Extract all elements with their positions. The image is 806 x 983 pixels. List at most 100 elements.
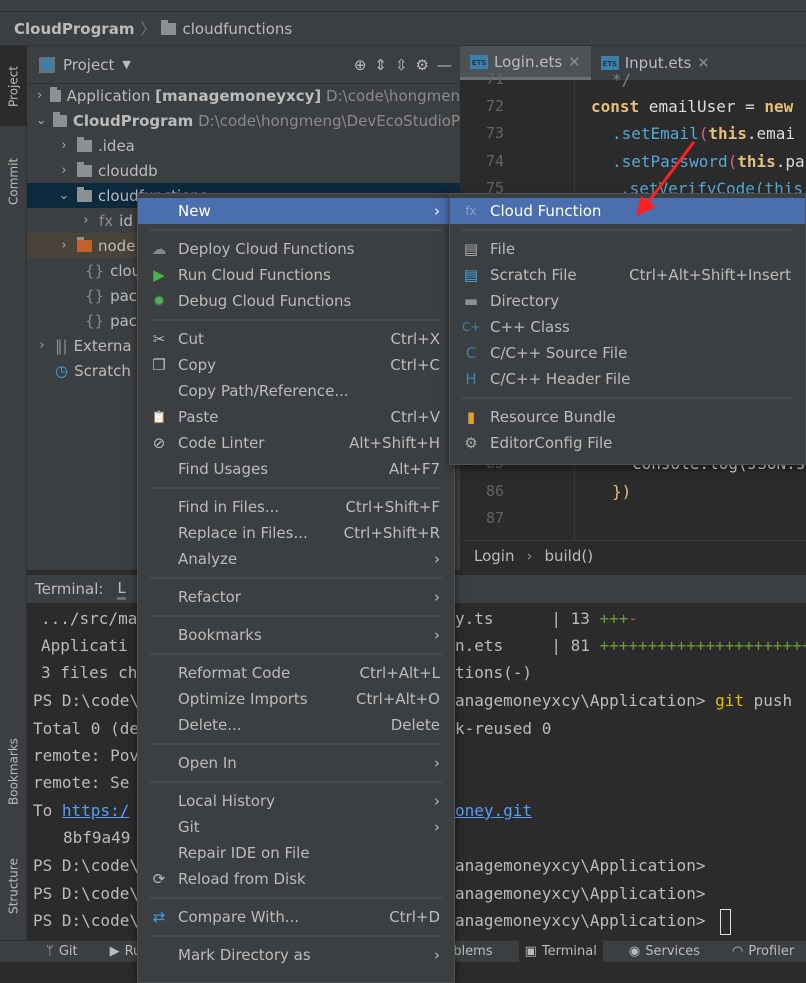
tab-input-ets[interactable]: ETSInput.ets✕ xyxy=(591,46,720,80)
menu-item-deploy-cloud-functions[interactable]: ☁Deploy Cloud Functions xyxy=(138,236,454,262)
breadcrumb-item[interactable]: Login xyxy=(474,547,514,565)
menu-item-open-in[interactable]: Open In› xyxy=(138,750,454,776)
line-number: 74 xyxy=(460,152,504,170)
chevron-right-icon: › xyxy=(434,818,440,836)
breadcrumb-item[interactable]: build() xyxy=(544,547,593,565)
terminal-line: remote: Pov xyxy=(33,746,139,765)
menu-item-find-usages[interactable]: Find UsagesAlt+F7 xyxy=(138,456,454,482)
chevron-right-icon[interactable]: › xyxy=(35,88,44,103)
menu-item-file[interactable]: ▤File xyxy=(450,236,805,262)
menu-item-optimize-imports[interactable]: Optimize ImportsCtrl+Alt+O xyxy=(138,686,454,712)
context-menu: New› ☁Deploy Cloud Functions▶Run Cloud Fu… xyxy=(137,193,455,983)
project-view-selector[interactable]: Project xyxy=(63,56,114,74)
terminal-line: PS D:\code\ xyxy=(33,884,139,903)
chevron-right-icon[interactable]: › xyxy=(35,338,49,353)
bottom-tab-git[interactable]: ᛘGit xyxy=(40,941,84,963)
chevron-right-icon[interactable]: › xyxy=(57,163,71,178)
menu-item-resource-bundle[interactable]: ▮Resource Bundle xyxy=(450,404,805,430)
menu-item-label: Cloud Function xyxy=(490,202,601,220)
bottom-tab-label: Git xyxy=(59,944,78,959)
menu-item-bookmarks[interactable]: Bookmarks› xyxy=(138,622,454,648)
menu-item-git[interactable]: Git› xyxy=(138,814,454,840)
close-icon[interactable]: ✕ xyxy=(697,54,710,72)
gear-icon[interactable]: ⚙ xyxy=(416,56,429,74)
chevron-down-icon[interactable]: ⌄ xyxy=(57,188,71,203)
menu-item-shortcut: Ctrl+V xyxy=(390,408,440,426)
terminal-text: ++++++++++++++++++++++ xyxy=(600,636,806,655)
function-icon: fx xyxy=(99,212,113,230)
menu-item-c-c-header-file[interactable]: HC/C++ Header File xyxy=(450,366,805,392)
tree-item-application[interactable]: ›Application [managemoneyxcy] D:\code\ho… xyxy=(27,83,460,108)
compare-icon: ⇄ xyxy=(150,908,168,926)
chevron-right-icon[interactable]: › xyxy=(79,213,93,228)
chevron-down-icon[interactable]: ⌄ xyxy=(35,113,47,128)
terminal-line: anagemoneyxcy\Application> git push xyxy=(455,691,792,710)
menu-item-new[interactable]: New› xyxy=(138,198,454,224)
menu-item-c-c-source-file[interactable]: CC/C++ Source File xyxy=(450,340,805,366)
menu-item-code-linter[interactable]: ⊘Code LinterAlt+Shift+H xyxy=(138,430,454,456)
remote-url-link[interactable]: https:/ xyxy=(62,801,129,820)
menu-item-cut[interactable]: ✂CutCtrl+X xyxy=(138,326,454,352)
menu-item-label: Find Usages xyxy=(178,460,268,478)
resource-bundle-icon: ▮ xyxy=(462,408,480,426)
tool-tab-commit[interactable]: Commit xyxy=(0,141,27,221)
menu-item-label: Local History xyxy=(178,792,275,810)
menu-item-copy-path-reference[interactable]: Copy Path/Reference... xyxy=(138,378,454,404)
menu-item-analyze[interactable]: Analyze› xyxy=(138,546,454,572)
menu-item-mark-directory-as[interactable]: Mark Directory as› xyxy=(138,942,454,968)
chevron-right-icon[interactable]: › xyxy=(57,238,71,253)
menu-item-editorconfig-file[interactable]: ⚙EditorConfig File xyxy=(450,430,805,456)
bottom-tab-profiler[interactable]: ◠Profiler xyxy=(726,941,800,963)
menu-item-copy[interactable]: ❐CopyCtrl+C xyxy=(138,352,454,378)
expand-all-icon[interactable]: ⇕ xyxy=(374,56,387,74)
code-line: const emailUser = new xyxy=(591,97,793,116)
c-header-icon: H xyxy=(462,370,480,388)
left-tool-strip: Project Commit Bookmarks Structure xyxy=(0,46,27,940)
terminal-tab[interactable]: L xyxy=(117,579,125,600)
nav-folder[interactable]: cloudfunctions xyxy=(182,20,292,38)
tool-tab-project[interactable]: Project xyxy=(0,46,27,126)
menu-item-paste[interactable]: 📋PasteCtrl+V xyxy=(138,404,454,430)
chevron-down-icon[interactable]: ▼ xyxy=(122,58,130,71)
menu-item-local-history[interactable]: Local History› xyxy=(138,788,454,814)
nav-root[interactable]: CloudProgram xyxy=(14,20,134,38)
menu-item-label: Run Cloud Functions xyxy=(178,266,331,284)
menu-item-debug-cloud-functions[interactable]: ✹Debug Cloud Functions xyxy=(138,288,454,314)
remote-url-link[interactable]: oney.git xyxy=(455,801,532,820)
locate-icon[interactable]: ⊕ xyxy=(354,56,367,74)
chevron-right-icon[interactable]: › xyxy=(57,138,71,153)
tool-tab-label: Project xyxy=(7,65,21,106)
menu-item-reformat-code[interactable]: Reformat CodeCtrl+Alt+L xyxy=(138,660,454,686)
bottom-tab-services[interactable]: ◉Services xyxy=(623,941,706,963)
scratches-icon: ◷ xyxy=(55,362,68,380)
tool-tab-label: Commit xyxy=(7,157,21,204)
tool-tab-structure[interactable]: Structure xyxy=(0,841,27,931)
tool-tab-bookmarks[interactable]: Bookmarks xyxy=(0,716,27,826)
hide-icon[interactable]: — xyxy=(437,56,452,74)
menu-item-reload-from-disk[interactable]: ⟳Reload from Disk xyxy=(138,866,454,892)
menu-item-directory[interactable]: ▬Directory xyxy=(450,288,805,314)
menu-item-scratch-file[interactable]: ▤Scratch FileCtrl+Alt+Shift+Insert xyxy=(450,262,805,288)
menu-item-label: Reload from Disk xyxy=(178,870,306,888)
tree-item-idea[interactable]: ›.idea xyxy=(27,133,460,158)
menu-separator xyxy=(138,648,454,660)
close-icon[interactable]: ✕ xyxy=(568,53,581,71)
project-view-icon xyxy=(39,57,55,73)
menu-item-repair-ide-on-file[interactable]: Repair IDE on File xyxy=(138,840,454,866)
menu-item-find-in-files[interactable]: Find in Files...Ctrl+Shift+F xyxy=(138,494,454,520)
tree-item-cloudprogram[interactable]: ⌄CloudProgram D:\code\hongmeng\DevEcoStu… xyxy=(27,108,460,133)
terminal-line: 8bf9a49 xyxy=(63,828,130,847)
menu-item-c-class[interactable]: C+C++ Class xyxy=(450,314,805,340)
menu-item-shortcut: Ctrl+Shift+F xyxy=(345,498,440,516)
menu-item-compare-with[interactable]: ⇄Compare With...Ctrl+D xyxy=(138,904,454,930)
menu-item-replace-in-files[interactable]: Replace in Files...Ctrl+Shift+R xyxy=(138,520,454,546)
menu-item-delete[interactable]: Delete...Delete xyxy=(138,712,454,738)
menu-item-refactor[interactable]: Refactor› xyxy=(138,584,454,610)
tree-item-clouddb[interactable]: ›clouddb xyxy=(27,158,460,183)
collapse-all-icon[interactable]: ⇳ xyxy=(395,56,408,74)
terminal-text: To xyxy=(33,801,62,820)
bottom-tab-terminal[interactable]: ▣Terminal xyxy=(519,941,603,963)
bottom-tab-problems[interactable]: blems xyxy=(447,941,498,963)
menu-item-cloud-function[interactable]: fxCloud Function xyxy=(450,198,805,224)
menu-item-run-cloud-functions[interactable]: ▶Run Cloud Functions xyxy=(138,262,454,288)
